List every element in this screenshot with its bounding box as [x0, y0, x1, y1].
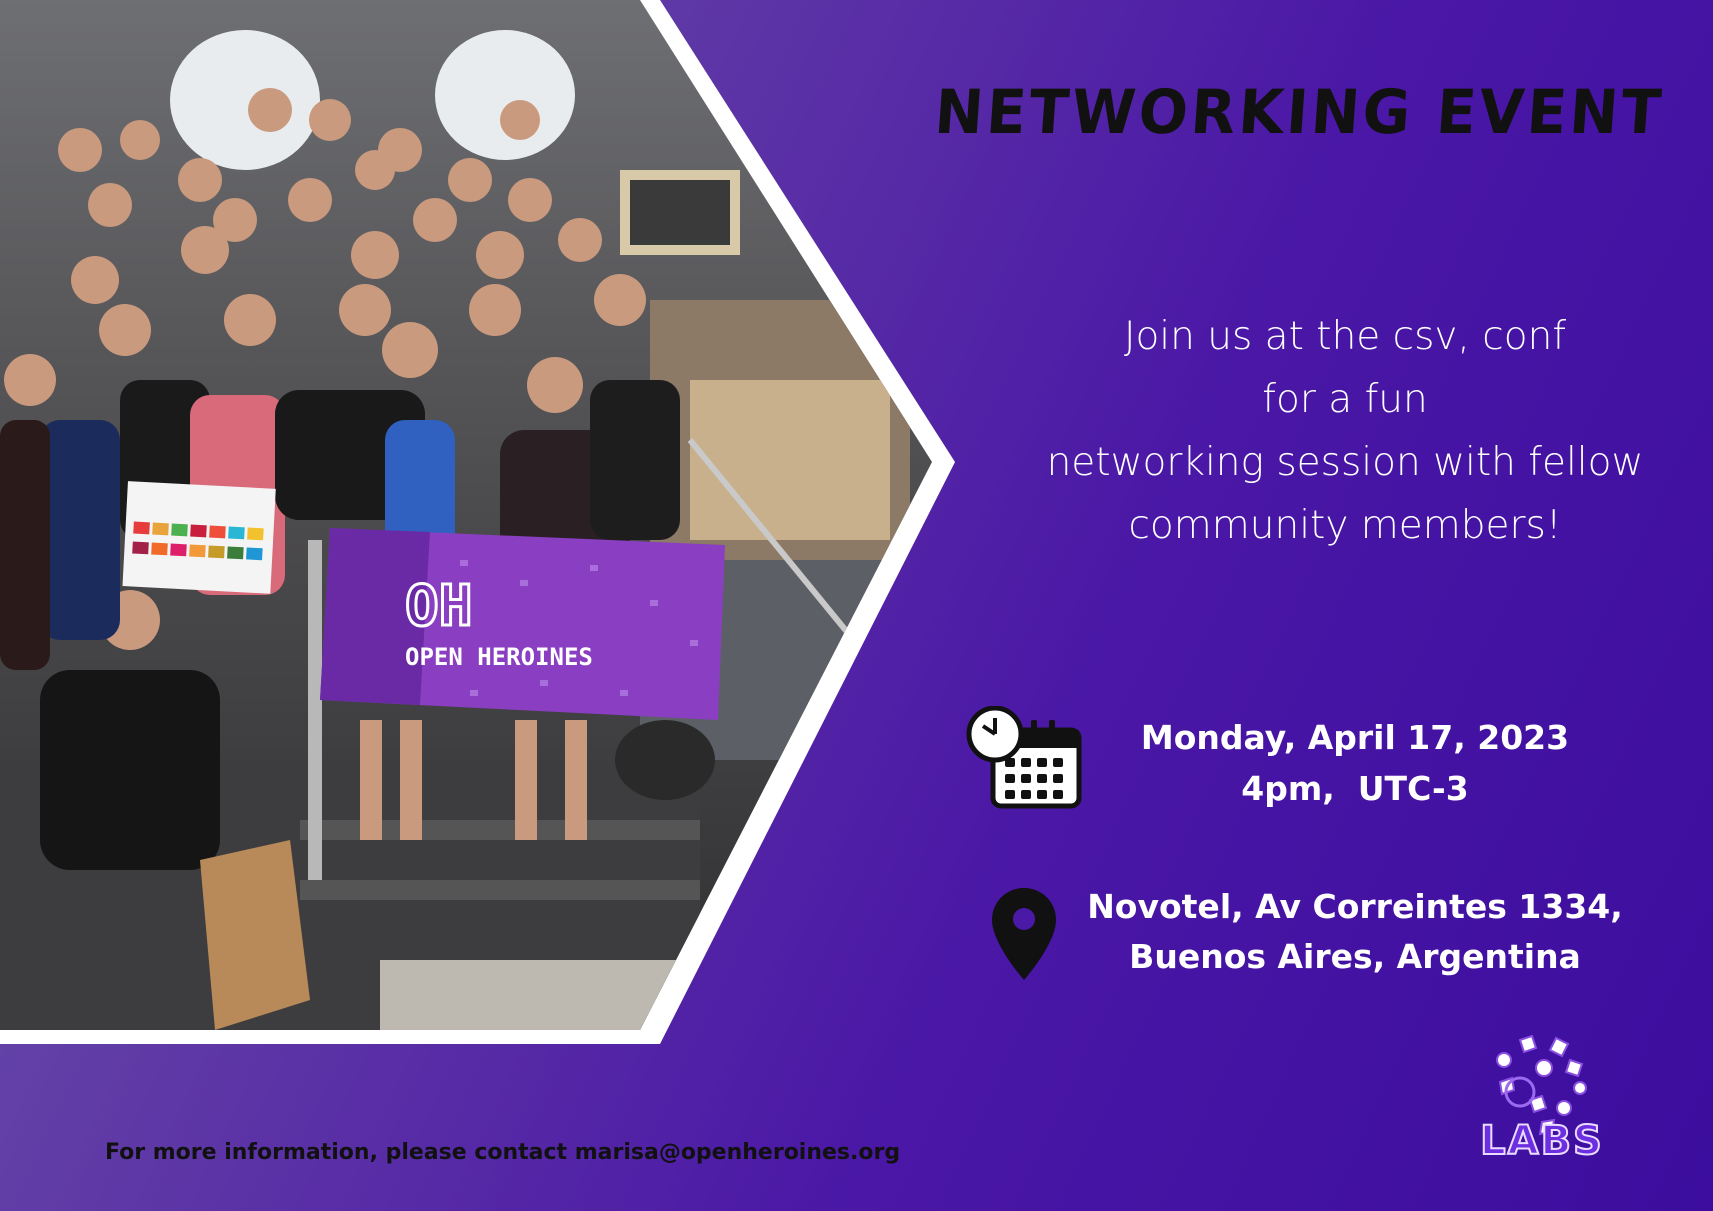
event-location: Novotel, Av Correintes 1334, Buenos Aire…	[1080, 882, 1630, 982]
event-title: NETWORKING EVENT	[932, 76, 1667, 148]
contact-info: For more information, please contact mar…	[105, 1140, 901, 1165]
event-datetime: Monday, April 17, 2023 4pm, UTC-3	[1100, 712, 1610, 814]
group-photo: OH OPEN HEROINES	[0, 0, 955, 1044]
description-line: community members!	[1128, 503, 1562, 548]
description-line: for a fun	[1262, 377, 1428, 422]
event-date: Monday, April 17, 2023	[1140, 718, 1570, 757]
location-address: Novotel, Av Correintes 1334,	[1087, 887, 1623, 926]
description-line: Join us at the csv, conf	[1123, 314, 1567, 359]
calendar-clock-icon	[966, 706, 1082, 809]
description-line: networking session with fellow	[1046, 440, 1644, 485]
event-time: 4pm, UTC-3	[1241, 769, 1469, 808]
map-pin-icon	[992, 888, 1056, 980]
event-description: Join us at the csv, conf for a fun netwo…	[1005, 305, 1685, 557]
logo-wordmark: LABS	[1479, 1117, 1604, 1165]
banner-initials: OH	[405, 574, 472, 639]
event-flyer: OH OPEN HEROINES NETWORKING EVENT Join u…	[0, 0, 1713, 1211]
location-city: Buenos Aires, Argentina	[1129, 937, 1581, 976]
banner-name: OPEN HEROINES	[405, 643, 593, 671]
